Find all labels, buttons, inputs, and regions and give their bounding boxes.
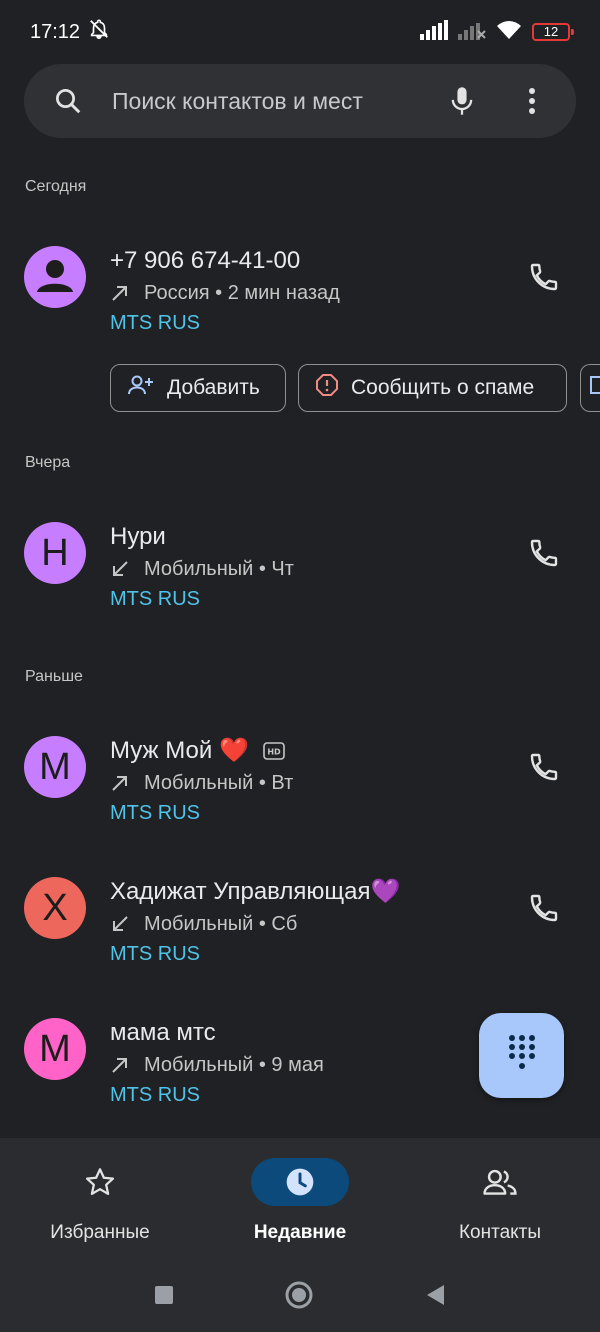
call-detail: Россия • 2 мин назад <box>144 282 340 304</box>
nav-contacts[interactable]: Контакты <box>400 1138 600 1262</box>
recent-apps-icon[interactable] <box>154 1285 174 1310</box>
star-icon <box>51 1158 149 1206</box>
caller-name: мама мтс <box>110 1019 216 1046</box>
search-icon <box>48 81 88 121</box>
carrier-label: MTS RUS <box>110 943 200 965</box>
more-options-icon[interactable] <box>512 81 552 121</box>
add-person-icon <box>127 373 155 403</box>
bottom-navigation: Избранные Недавние Контакты <box>0 1138 600 1262</box>
spam-warning-icon <box>315 373 339 403</box>
mute-notifications-icon <box>88 18 110 46</box>
contacts-icon <box>451 1158 549 1206</box>
report-spam-button[interactable]: Сообщить о спаме <box>298 364 567 412</box>
incoming-call-arrow-icon <box>110 914 132 934</box>
phone-call-icon[interactable] <box>522 255 566 299</box>
home-icon[interactable] <box>284 1280 314 1315</box>
carrier-label: MTS RUS <box>110 312 200 334</box>
call-log-item[interactable]: М Муж Мой ❤️ HD Мобильный • Вт MTS RUS <box>0 736 600 836</box>
nav-favorites[interactable]: Избранные <box>0 1138 200 1262</box>
status-time: 17:12 <box>30 20 81 43</box>
wifi-icon <box>496 20 522 45</box>
battery-icon: 12 <box>532 23 574 41</box>
report-spam-label: Сообщить о спаме <box>351 376 535 399</box>
call-detail: Мобильный • 9 мая <box>144 1054 324 1076</box>
caller-name: Нури <box>110 523 166 550</box>
section-title-yesterday: Вчера <box>25 454 71 471</box>
add-contact-button[interactable]: Добавить <box>110 364 286 412</box>
no-signal-icon <box>458 20 486 45</box>
nav-recents[interactable]: Недавние <box>200 1138 400 1262</box>
dialpad-icon <box>507 1034 537 1077</box>
call-detail: Мобильный • Сб <box>144 913 298 935</box>
add-contact-label: Добавить <box>167 376 260 399</box>
call-detail: Мобильный • Вт <box>144 772 294 794</box>
nav-contacts-label: Контакты <box>458 1222 542 1243</box>
phone-call-icon[interactable] <box>522 531 566 575</box>
dialpad-button[interactable] <box>479 1013 564 1098</box>
caller-name: Хадижат Управляющая💜 <box>110 878 401 905</box>
back-icon[interactable] <box>424 1283 446 1312</box>
section-title-today: Сегодня <box>25 178 87 195</box>
avatar: М <box>24 1018 86 1080</box>
incoming-call-arrow-icon <box>110 559 132 579</box>
status-bar: 17:12 12 <box>0 0 600 64</box>
call-detail: Мобильный • Чт <box>144 558 294 580</box>
microphone-icon[interactable] <box>442 81 482 121</box>
system-navigation-bar <box>0 1262 600 1332</box>
call-log-item[interactable]: Н Нури Мобильный • Чт MTS RUS <box>0 522 600 622</box>
carrier-label: MTS RUS <box>110 802 200 824</box>
call-log-item[interactable]: Х Хадижат Управляющая💜 Мобильный • Сб MT… <box>0 877 600 977</box>
caller-name: Муж Мой ❤️ <box>110 737 249 764</box>
call-log-item[interactable]: +7 906 674-41-00 Россия • 2 мин назад MT… <box>0 246 600 346</box>
avatar: Х <box>24 877 86 939</box>
nav-recents-label: Недавние <box>253 1222 347 1243</box>
carrier-label: MTS RUS <box>110 588 200 610</box>
search-input[interactable]: Поиск контактов и мест <box>112 88 442 115</box>
carrier-label: MTS RUS <box>110 1084 200 1106</box>
search-bar[interactable]: Поиск контактов и мест <box>24 64 576 138</box>
avatar <box>24 246 86 308</box>
outgoing-call-arrow-icon <box>110 773 132 793</box>
hd-voice-icon: HD <box>263 742 285 760</box>
message-button[interactable] <box>580 364 600 412</box>
svg-text:HD: HD <box>267 748 281 757</box>
avatar: Н <box>24 522 86 584</box>
clock-icon <box>251 1158 349 1206</box>
section-title-earlier: Раньше <box>25 668 83 685</box>
phone-call-icon[interactable] <box>522 886 566 930</box>
caller-name: +7 906 674-41-00 <box>110 247 301 274</box>
signal-strength-icon <box>420 19 448 45</box>
message-icon <box>589 373 600 403</box>
phone-call-icon[interactable] <box>522 745 566 789</box>
outgoing-call-arrow-icon <box>110 283 132 303</box>
avatar: М <box>24 736 86 798</box>
nav-favorites-label: Избранные <box>50 1222 150 1243</box>
outgoing-call-arrow-icon <box>110 1055 132 1075</box>
